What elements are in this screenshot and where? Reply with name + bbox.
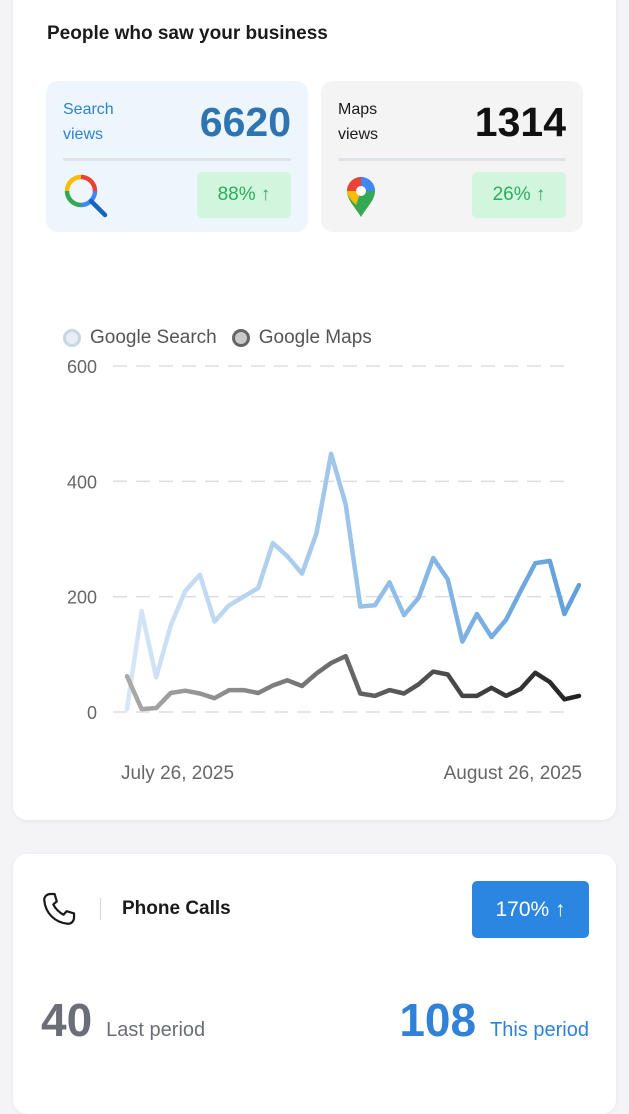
this-period-value: 108 — [399, 994, 477, 1046]
phone-calls-title: Phone Calls — [122, 898, 231, 919]
last-period-label: Last period — [106, 1019, 206, 1041]
this-period-label: This period — [490, 1019, 589, 1041]
phone-icon — [43, 892, 76, 925]
phone-calls-card: Phone Calls 170% ↑ 40 Last period 108 Th… — [13, 854, 616, 1114]
y-tick-label: 200 — [67, 588, 97, 608]
y-tick-label: 400 — [67, 472, 97, 492]
last-period-value: 40 — [41, 994, 93, 1046]
x-tick-label: August 26, 2025 — [444, 763, 582, 784]
business-views-card: People who saw your business Search view… — [13, 0, 616, 820]
this-period-stat: 108 This period — [399, 992, 589, 1048]
y-tick-label: 600 — [67, 357, 97, 377]
divider — [100, 898, 101, 920]
last-period-stat: 40 Last period — [41, 992, 205, 1048]
calls-change-badge[interactable]: 170% ↑ — [472, 881, 589, 938]
series-line-google-maps — [124, 653, 582, 712]
y-tick-label: 0 — [87, 703, 97, 723]
x-tick-label: July 26, 2025 — [121, 763, 234, 784]
views-line-chart: 0 200 400 600 July 26, 2025 August 26, 2025 — [67, 357, 582, 784]
